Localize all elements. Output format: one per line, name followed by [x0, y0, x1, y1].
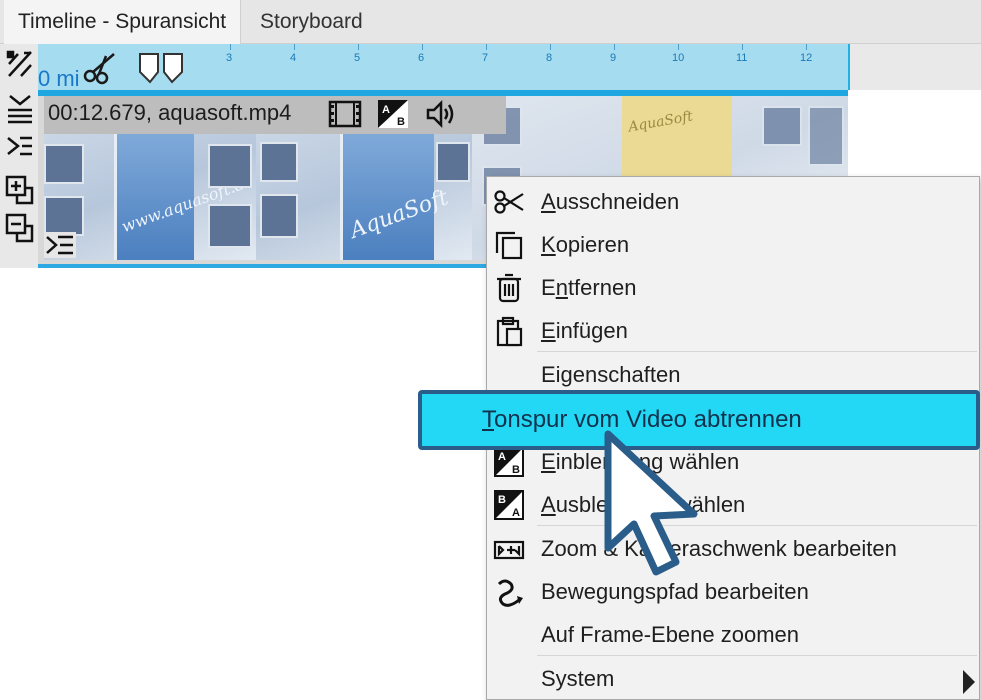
menu-item-copy[interactable]: Kopieren — [487, 224, 981, 267]
motion-path-icon — [497, 579, 523, 607]
collapse-clip-icon[interactable] — [44, 232, 76, 258]
ruler-tick: 11 — [736, 52, 748, 64]
trim-marker-icon[interactable] — [138, 52, 184, 84]
add-track-icon[interactable] — [4, 174, 36, 206]
svg-text:A: A — [382, 104, 390, 116]
ruler-tick: 9 — [610, 52, 617, 64]
copy-icon — [495, 231, 523, 260]
menu-item-motion-path[interactable]: Bewegungspfad bearbeiten — [487, 571, 981, 614]
menu-item-cut[interactable]: Ausschneiden — [487, 181, 981, 224]
transition-ab-icon[interactable]: A B — [376, 98, 410, 130]
ruler-tick: 3 — [226, 52, 233, 64]
ruler-tick: 6 — [418, 52, 425, 64]
ruler-tick: 7 — [482, 52, 489, 64]
ruler-tick: 8 — [546, 52, 553, 64]
app-window: Timeline - Spuransicht Storyboard 0 mi 3… — [0, 0, 981, 700]
menu-item-label: Einfügen — [541, 318, 628, 343]
tab-storyboard[interactable]: Storyboard — [246, 0, 377, 44]
filmstrip-icon[interactable] — [328, 98, 362, 130]
svg-text:A: A — [512, 507, 520, 519]
ruler-tick: 5 — [354, 52, 361, 64]
scissors-icon — [494, 190, 524, 214]
ruler-tick: 10 — [672, 52, 685, 64]
fade-in-icon: A B — [494, 447, 524, 477]
menu-item-paste[interactable]: Einfügen — [487, 310, 981, 353]
ruler-tick: 12 — [800, 52, 813, 64]
menu-item-label: System — [541, 666, 615, 691]
ruler-empty-area — [850, 44, 981, 90]
tab-timeline[interactable]: Timeline - Spuransicht — [4, 0, 242, 44]
speaker-icon[interactable] — [424, 98, 458, 130]
menu-item-label: Auf Frame-Ebene zoomen — [541, 622, 800, 647]
menu-item-zoom-frame[interactable]: Auf Frame-Ebene zoomen — [487, 614, 981, 657]
menu-item-label: Ausschneiden — [541, 189, 680, 214]
trash-icon — [497, 273, 521, 303]
menu-item-label: Zoom & Kameraschwenk bearbeiten — [541, 536, 897, 561]
menu-item-label: Kopieren — [541, 232, 630, 257]
ruler-tick: 4 — [290, 52, 297, 64]
menu-item-label: Entfernen — [541, 275, 637, 300]
ruler-unit-label: 0 mi — [38, 66, 80, 91]
snap-toggle-icon[interactable] — [4, 48, 36, 80]
menu-item-zoom-pan[interactable]: Zoom & Kameraschwenk bearbeiten — [487, 528, 981, 571]
menu-item-delete[interactable]: Entfernen — [487, 267, 981, 310]
remove-track-icon[interactable] — [4, 212, 36, 244]
svg-text:B: B — [498, 494, 506, 506]
mouse-cursor-icon — [604, 430, 698, 576]
cut-marker-icon[interactable] — [82, 50, 118, 86]
paste-icon — [496, 316, 523, 347]
menu-item-system[interactable]: System — [487, 658, 981, 700]
svg-text:B: B — [512, 464, 520, 476]
fade-out-icon: B A — [494, 490, 524, 520]
menu-item-label: Bewegungspfad bearbeiten — [541, 579, 809, 604]
timeline-toolbar — [0, 44, 40, 268]
menu-item-choose-fade-out[interactable]: B A Ausblendung wählen — [487, 484, 981, 527]
svg-text:B: B — [397, 116, 405, 128]
tab-bar: Timeline - Spuransicht Storyboard — [0, 0, 981, 44]
timeline-ruler[interactable]: 0 mi 3 4 5 6 7 8 9 10 11 12 — [38, 44, 850, 91]
submenu-arrow-icon — [963, 670, 975, 694]
collapse-tracks-icon[interactable] — [4, 130, 36, 162]
svg-text:A: A — [498, 451, 506, 463]
menu-item-label: Eigenschaften — [541, 362, 681, 387]
expand-tracks-icon[interactable] — [4, 92, 36, 124]
zoom-camera-icon — [493, 540, 525, 560]
clip-label: 00:12.679, aquasoft.mp4 — [48, 100, 292, 125]
clip-thumbnail: AquaSoft — [256, 134, 472, 260]
